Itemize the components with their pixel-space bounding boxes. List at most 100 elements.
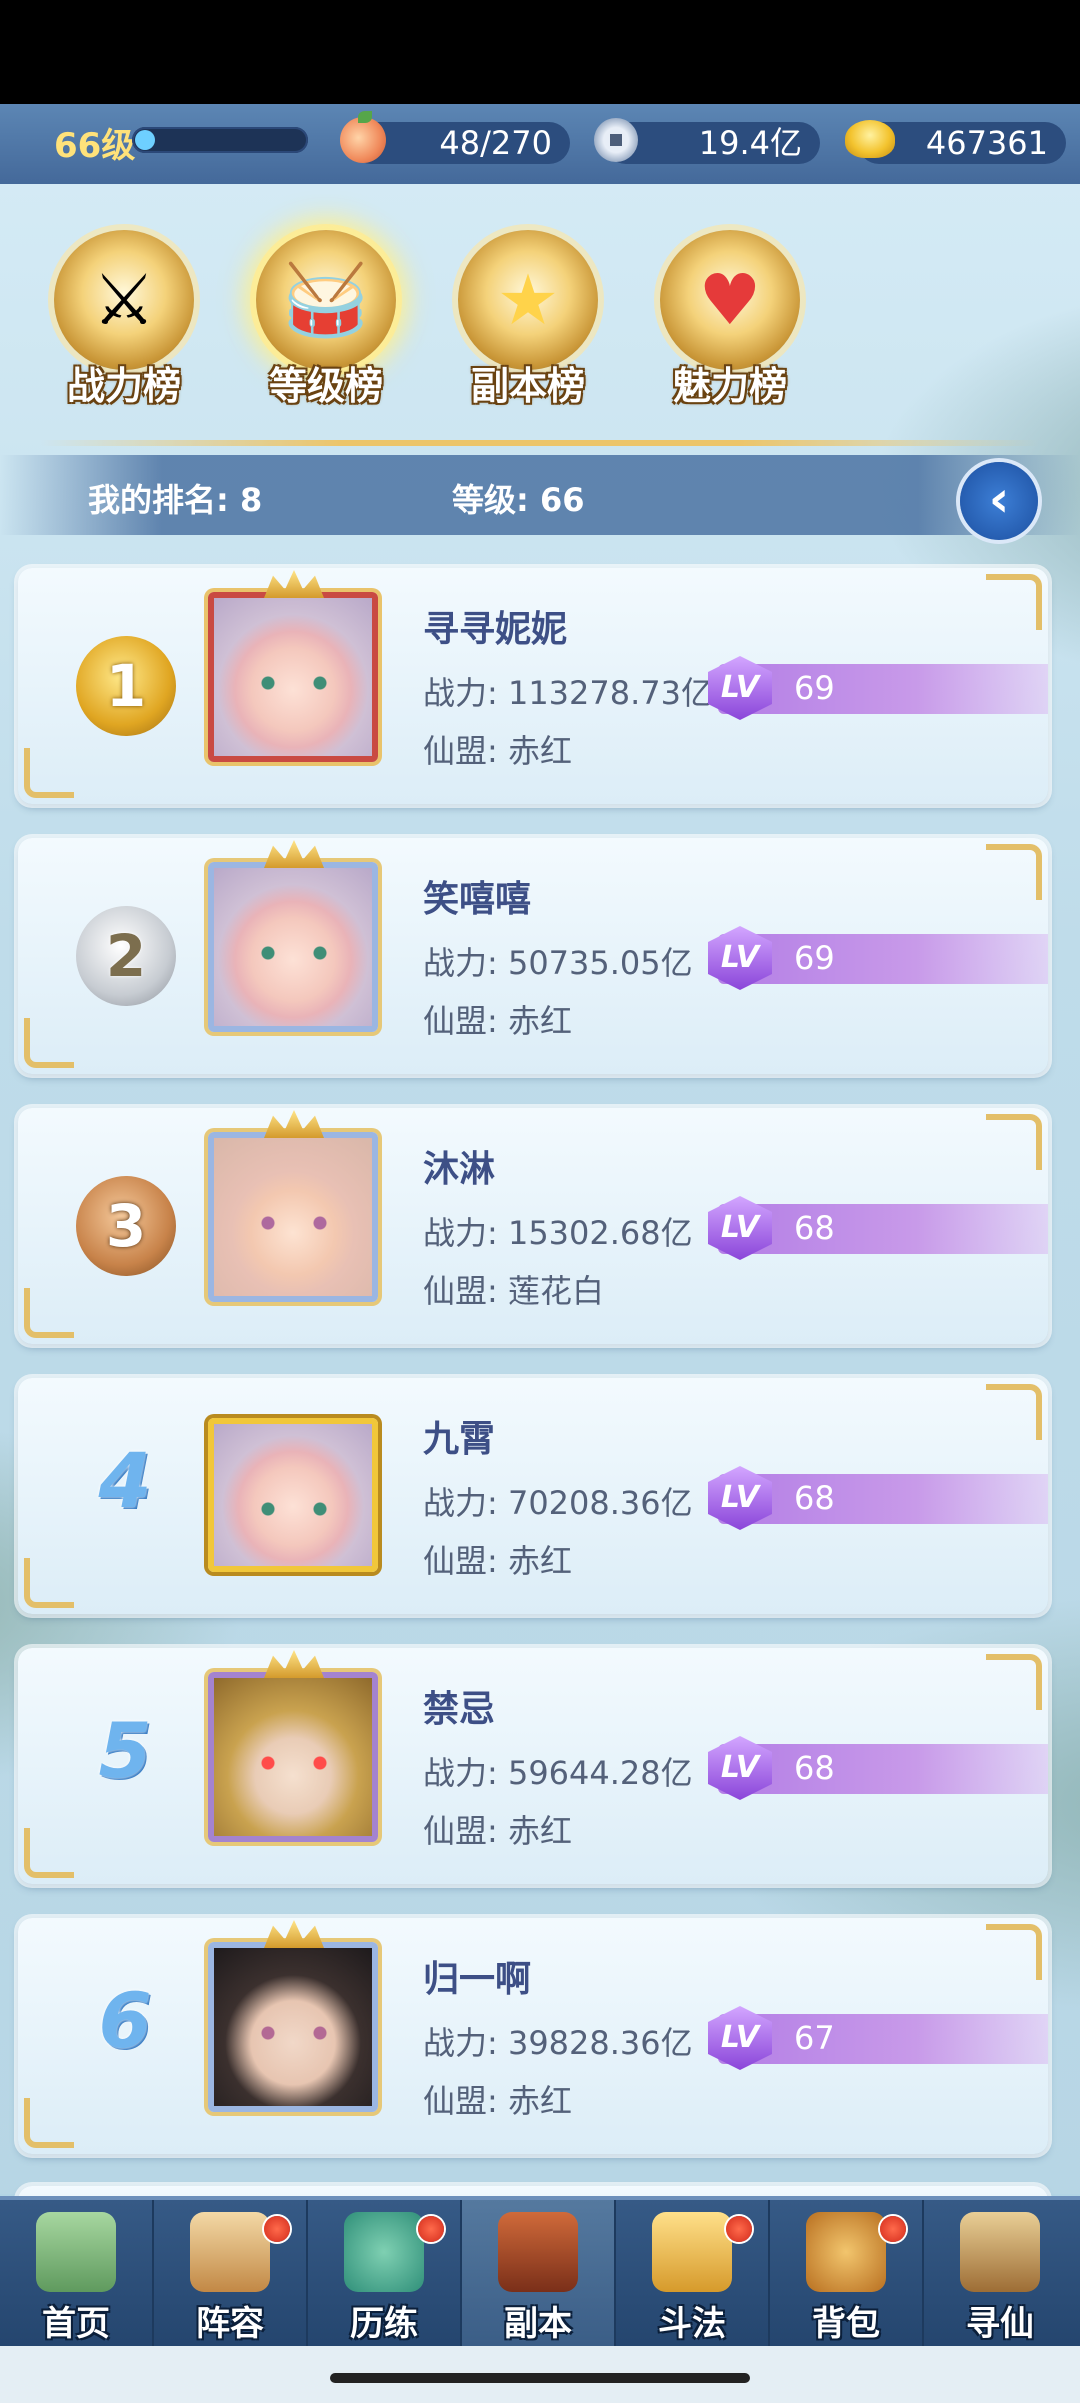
player-guild: 仙盟: 赤红	[423, 1002, 572, 1040]
avatar-eyes	[256, 1216, 332, 1230]
avatar[interactable]	[208, 1110, 378, 1302]
gate-icon	[498, 2212, 578, 2292]
nav-arena[interactable]: 斗法	[616, 2200, 770, 2350]
nav-bag[interactable]: 背包	[770, 2200, 924, 2350]
back-button[interactable]: ‹	[960, 462, 1038, 540]
corner-ornament	[24, 2098, 74, 2148]
player-power: 战力: 39828.36亿	[423, 2024, 693, 2062]
rank-number: 5	[98, 1706, 152, 1795]
corner-ornament	[24, 1018, 74, 1068]
avatar-eyes	[256, 676, 332, 690]
notification-dot	[726, 2216, 752, 2242]
bottom-nav: 首页 阵容 历练 副本 斗法 背包 寻仙	[0, 2196, 1080, 2350]
avatar[interactable]	[208, 570, 378, 762]
corner-ornament	[986, 1384, 1042, 1440]
mountain-icon	[36, 2212, 116, 2292]
crown-icon	[264, 1110, 324, 1138]
tab-label: 等级榜	[268, 364, 383, 408]
avatar[interactable]	[208, 840, 378, 1032]
ranking-card-1[interactable]: 1 寻寻妮妮 战力: 113278.73亿 仙盟: 赤红 LV 69	[18, 568, 1048, 804]
scroll-icon	[960, 2212, 1040, 2292]
cards-icon	[190, 2212, 270, 2292]
corner-ornament	[24, 1828, 74, 1878]
peach-icon	[340, 111, 386, 163]
tab-label: 战力榜	[66, 364, 181, 408]
gold-value: 467361	[925, 124, 1048, 162]
nav-label: 斗法	[658, 2304, 726, 2344]
nav-label: 阵容	[196, 2304, 264, 2344]
tab-charm-ranking[interactable]: ♥ 魅力榜	[640, 210, 820, 420]
player-level: 67	[794, 2019, 835, 2057]
nav-home[interactable]: 首页	[0, 2200, 154, 2350]
avatar[interactable]	[208, 1418, 378, 1572]
player-name: 归一啊	[423, 1959, 532, 2000]
player-level: 68	[794, 1209, 835, 1247]
player-level: 66级	[54, 126, 136, 166]
rank-number: 4	[98, 1436, 152, 1525]
crown-icon	[264, 1920, 324, 1948]
silver-medal-icon: 2	[76, 906, 176, 1006]
nav-lineup[interactable]: 阵容	[154, 2200, 308, 2350]
ranking-card-3[interactable]: 3 沐淋 战力: 15302.68亿 仙盟: 莲花白 LV 68	[18, 1108, 1048, 1344]
player-power: 战力: 59644.28亿	[423, 1754, 693, 1792]
corner-ornament	[24, 748, 74, 798]
bronze-medal-icon: 3	[76, 1176, 176, 1276]
silver-value: 19.4亿	[698, 124, 802, 162]
home-handle[interactable]	[330, 2373, 750, 2383]
corner-ornament	[986, 1114, 1042, 1170]
player-guild: 仙盟: 赤红	[423, 2082, 572, 2120]
player-name: 沐淋	[423, 1149, 496, 1190]
corner-ornament	[24, 1288, 74, 1338]
ranking-card-5[interactable]: 5 禁忌 战力: 59644.28亿 仙盟: 赤红 LV 68	[18, 1648, 1048, 1884]
tab-level-ranking[interactable]: 🥁 等级榜	[236, 210, 416, 420]
player-name: 寻寻妮妮	[423, 609, 568, 650]
tab-label: 副本榜	[470, 364, 585, 408]
stamina-value: 48/270	[439, 124, 552, 162]
gold-ingot-icon	[845, 120, 895, 158]
corner-ornament	[986, 844, 1042, 900]
star-glyph: ★	[496, 259, 560, 341]
ranking-card-6[interactable]: 6 归一啊 战力: 39828.36亿 仙盟: 赤红 LV 67	[18, 1918, 1048, 2154]
player-power: 战力: 15302.68亿	[423, 1214, 693, 1252]
nav-training[interactable]: 历练	[308, 2200, 462, 2350]
my-rank-text: 我的排名: 8	[88, 481, 263, 519]
coin-icon	[594, 118, 638, 162]
notification-dot	[264, 2216, 290, 2242]
corner-ornament	[24, 1558, 74, 1608]
avatar-eyes	[256, 1756, 332, 1770]
back-arrow-icon: ‹	[988, 470, 1010, 528]
player-level: 68	[794, 1479, 835, 1517]
nav-seek-immortal[interactable]: 寻仙	[924, 2200, 1076, 2350]
nav-label: 寻仙	[966, 2304, 1034, 2344]
gourd-icon	[344, 2212, 424, 2292]
status-bar	[0, 0, 1080, 104]
avatar-eyes	[256, 2026, 332, 2040]
notification-dot	[418, 2216, 444, 2242]
player-level: 69	[794, 669, 835, 707]
drum-glyph: 🥁	[282, 259, 370, 341]
my-rank-bar: 我的排名: 8 等级: 66	[0, 455, 1080, 535]
nav-dungeon[interactable]: 副本	[462, 2200, 616, 2350]
tab-power-ranking[interactable]: ⚔ 战力榜	[34, 210, 214, 420]
sword-glyph: ⚔	[92, 259, 156, 341]
xp-bar	[132, 127, 308, 153]
crown-icon	[264, 570, 324, 598]
avatar-eyes	[256, 1502, 332, 1516]
heart-glyph: ♥	[698, 259, 762, 341]
ranking-tabs: ⚔ 战力榜 🥁 等级榜 ★ 副本榜 ♥ 魅力榜	[0, 210, 1080, 420]
ranking-card-4[interactable]: 4 九霄 战力: 70208.36亿 仙盟: 赤红 LV 68	[18, 1378, 1048, 1614]
bag-icon	[806, 2212, 886, 2292]
ranking-card-2[interactable]: 2 笑嘻嘻 战力: 50735.05亿 仙盟: 赤红 LV 69	[18, 838, 1048, 1074]
tab-dungeon-ranking[interactable]: ★ 副本榜	[438, 210, 618, 420]
avatar-eyes	[256, 946, 332, 960]
player-guild: 仙盟: 莲花白	[423, 1272, 604, 1310]
avatar[interactable]	[208, 1920, 378, 2112]
player-power: 战力: 70208.36亿	[423, 1484, 693, 1522]
player-guild: 仙盟: 赤红	[423, 732, 572, 770]
swords-icon	[652, 2212, 732, 2292]
player-name: 笑嘻嘻	[423, 879, 532, 920]
player-power: 战力: 50735.05亿	[423, 944, 693, 982]
avatar[interactable]	[208, 1650, 378, 1842]
corner-ornament	[986, 574, 1042, 630]
gold-medal-icon: 1	[76, 636, 176, 736]
